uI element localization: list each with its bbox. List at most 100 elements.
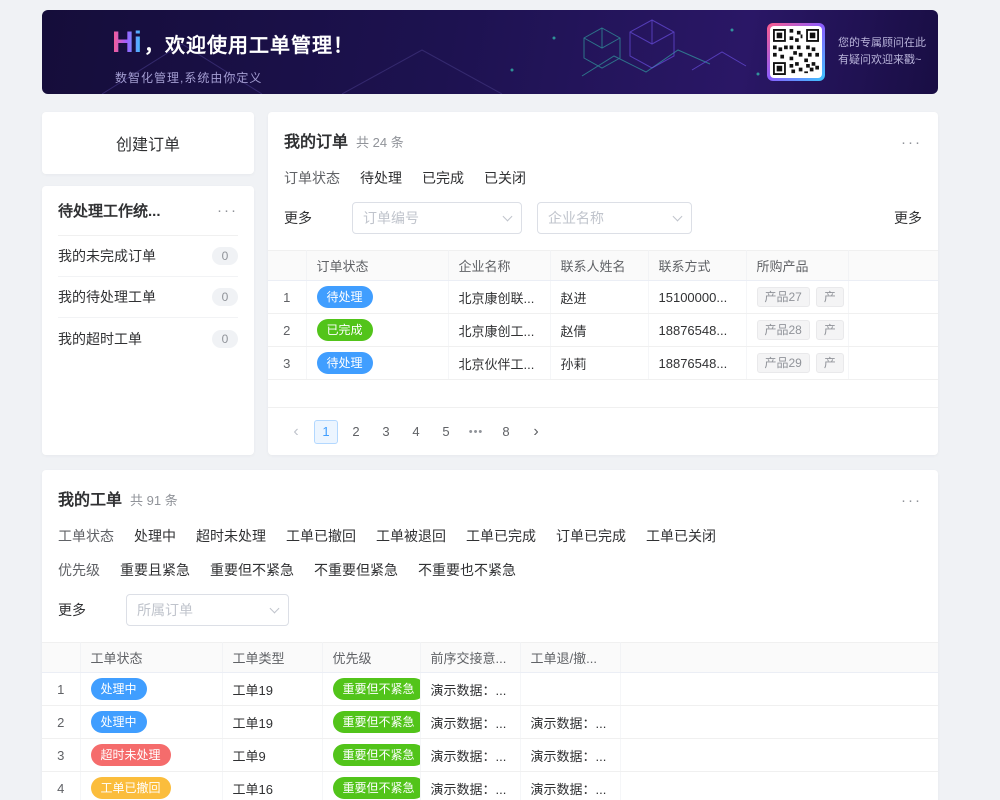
phone-cell: 15100000... bbox=[648, 281, 746, 314]
banner-hi-text: Hi bbox=[112, 26, 142, 60]
stat-item-overdue-tickets[interactable]: 我的超时工单 0 bbox=[58, 318, 238, 359]
pagination-ellipsis[interactable]: ••• bbox=[464, 420, 488, 444]
card-menu-icon[interactable]: ··· bbox=[901, 493, 922, 508]
product-tag: 产 bbox=[816, 287, 844, 307]
more-toggle[interactable]: 更多 bbox=[284, 208, 312, 228]
type-cell: 工单19 bbox=[222, 706, 322, 739]
stat-count-badge: 0 bbox=[212, 288, 238, 306]
filter-label: 订单状态 bbox=[284, 168, 340, 188]
order-number-select[interactable]: 订单编号 bbox=[352, 202, 522, 234]
banner-title: Hi ，欢迎使用工单管理！ bbox=[112, 26, 354, 60]
column-header-priority: 优先级 bbox=[322, 643, 420, 673]
qr-code bbox=[767, 23, 825, 81]
workorder-row[interactable]: 4 工单已撤回 工单16 重要但不紧急 演示数据：... 演示数据：... bbox=[42, 772, 938, 800]
filter-option-done[interactable]: 已完成 bbox=[422, 168, 464, 188]
filter-option-closed[interactable]: 已关闭 bbox=[484, 168, 526, 188]
pagination-page-4[interactable]: 4 bbox=[404, 420, 428, 444]
pagination-prev-icon[interactable]: ‹ bbox=[284, 420, 308, 444]
company-cell: 北京康创联... bbox=[448, 281, 550, 314]
orders-search-row: 更多 订单编号 企业名称 更多 bbox=[268, 202, 938, 234]
parent-order-select[interactable]: 所属订单 bbox=[126, 594, 289, 626]
column-header bbox=[620, 643, 938, 673]
contact-cell: 赵进 bbox=[550, 281, 648, 314]
filter-option-pending[interactable]: 待处理 bbox=[360, 168, 402, 188]
more-link[interactable]: 更多 bbox=[894, 208, 922, 228]
orders-table: 订单状态 企业名称 联系人姓名 联系方式 所购产品 1 待处理 北京康创联...… bbox=[268, 250, 938, 408]
withdraw-cell: 演示数据：... bbox=[520, 739, 620, 772]
workorder-row[interactable]: 3 超时未处理 工单9 重要但不紧急 演示数据：... 演示数据：... bbox=[42, 739, 938, 772]
qr-caption: 您的专属顾问在此 有疑问欢迎来戳~ bbox=[838, 35, 926, 69]
stat-item-unfinished-orders[interactable]: 我的未完成订单 0 bbox=[58, 236, 238, 277]
row-index: 1 bbox=[268, 281, 306, 314]
stat-count-badge: 0 bbox=[212, 330, 238, 348]
status-badge: 工单已撤回 bbox=[91, 777, 171, 799]
status-badge: 超时未处理 bbox=[91, 744, 171, 766]
handover-cell: 演示数据：... bbox=[420, 739, 520, 772]
workorder-row[interactable]: 2 处理中 工单19 重要但不紧急 演示数据：... 演示数据：... bbox=[42, 706, 938, 739]
workorders-search-row: 更多 所属订单 bbox=[42, 594, 938, 626]
filter-option-order-done[interactable]: 订单已完成 bbox=[556, 526, 626, 546]
card-menu-icon[interactable]: ··· bbox=[901, 135, 922, 150]
welcome-banner: Hi ，欢迎使用工单管理！ 数智化管理,系统由你定义 bbox=[42, 10, 938, 94]
stat-count-badge: 0 bbox=[212, 247, 238, 265]
company-name-select[interactable]: 企业名称 bbox=[537, 202, 692, 234]
pagination-page-8[interactable]: 8 bbox=[494, 420, 518, 444]
filter-option-withdrawn[interactable]: 工单已撤回 bbox=[286, 526, 356, 546]
create-order-button[interactable]: 创建订单 bbox=[42, 112, 254, 174]
filter-option-ticket-done[interactable]: 工单已完成 bbox=[466, 526, 536, 546]
column-header bbox=[42, 643, 80, 673]
priority-option-important-not-urgent[interactable]: 重要但不紧急 bbox=[210, 560, 294, 580]
column-header-withdraw: 工单退/撤... bbox=[520, 643, 620, 673]
filter-label: 工单状态 bbox=[58, 526, 114, 546]
order-status-filter: 订单状态 待处理 已完成 已关闭 bbox=[268, 168, 938, 188]
card-menu-icon[interactable]: ··· bbox=[217, 203, 238, 218]
pagination-page-5[interactable]: 5 bbox=[434, 420, 458, 444]
pagination-next-icon[interactable]: › bbox=[524, 420, 548, 444]
chevron-down-icon bbox=[673, 212, 683, 222]
type-cell: 工单9 bbox=[222, 739, 322, 772]
order-row[interactable]: 3 待处理 北京伙伴工... 孙莉 18876548... 产品29产 bbox=[268, 347, 938, 380]
order-row[interactable]: 2 已完成 北京康创工... 赵倩 18876548... 产品28产 bbox=[268, 314, 938, 347]
status-badge: 待处理 bbox=[317, 352, 373, 374]
products-cell: 产品28 产 bbox=[746, 314, 848, 347]
chevron-down-icon bbox=[503, 212, 513, 222]
workorders-table-header-row: 工单状态 工单类型 优先级 前序交接意... 工单退/撤... bbox=[42, 643, 938, 673]
workorder-row[interactable]: 1 处理中 工单19 重要但不紧急 演示数据：... bbox=[42, 673, 938, 706]
my-orders-card: 我的订单 共 24 条 ··· 订单状态 待处理 已完成 已关闭 更多 订单编号… bbox=[268, 112, 938, 455]
more-toggle[interactable]: 更多 bbox=[58, 600, 86, 620]
select-placeholder: 订单编号 bbox=[363, 208, 419, 228]
company-cell: 北京康创工... bbox=[448, 314, 550, 347]
my-workorders-card: 我的工单 共 91 条 ··· 工单状态 处理中 超时未处理 工单已撤回 工单被… bbox=[42, 470, 938, 800]
priority-option-not-important-not-urgent[interactable]: 不重要也不紧急 bbox=[418, 560, 516, 580]
filter-option-closed[interactable]: 工单已关闭 bbox=[646, 526, 716, 546]
column-header-status: 工单状态 bbox=[80, 643, 222, 673]
column-header-contact: 联系人姓名 bbox=[550, 251, 648, 281]
product-tag: 产 bbox=[816, 320, 844, 340]
priority-option-important-urgent[interactable]: 重要且紧急 bbox=[120, 560, 190, 580]
stat-label: 我的超时工单 bbox=[58, 329, 212, 349]
stats-card-title: 待处理工作统... bbox=[58, 200, 217, 221]
stat-item-pending-tickets[interactable]: 我的待处理工单 0 bbox=[58, 277, 238, 318]
row-index: 3 bbox=[268, 347, 306, 380]
status-badge: 处理中 bbox=[91, 711, 147, 733]
product-tag: 产品28 bbox=[757, 320, 810, 340]
orders-pagination: ‹ 1 2 3 4 5 ••• 8 › bbox=[284, 420, 938, 444]
pagination-page-1[interactable]: 1 bbox=[314, 420, 338, 444]
column-header-type: 工单类型 bbox=[222, 643, 322, 673]
row-index: 4 bbox=[42, 772, 80, 800]
pagination-page-3[interactable]: 3 bbox=[374, 420, 398, 444]
priority-option-not-important-urgent[interactable]: 不重要但紧急 bbox=[314, 560, 398, 580]
banner-subtitle: 数智化管理,系统由你定义 bbox=[115, 69, 354, 86]
workorder-status-filter: 工单状态 处理中 超时未处理 工单已撤回 工单被退回 工单已完成 订单已完成 工… bbox=[42, 526, 938, 546]
stat-label: 我的待处理工单 bbox=[58, 287, 212, 307]
status-badge: 已完成 bbox=[317, 319, 373, 341]
pagination-page-2[interactable]: 2 bbox=[344, 420, 368, 444]
products-cell: 产品29产 bbox=[746, 347, 848, 380]
column-header bbox=[848, 251, 938, 281]
order-row[interactable]: 1 待处理 北京康创联... 赵进 15100000... 产品27产 bbox=[268, 281, 938, 314]
pending-work-stats-card: 待处理工作统... ··· 我的未完成订单 0 我的待处理工单 0 我的超时工单… bbox=[42, 186, 254, 455]
filter-option-processing[interactable]: 处理中 bbox=[134, 526, 176, 546]
select-placeholder: 所属订单 bbox=[137, 600, 193, 620]
filter-option-overdue[interactable]: 超时未处理 bbox=[196, 526, 266, 546]
filter-option-returned[interactable]: 工单被退回 bbox=[376, 526, 446, 546]
